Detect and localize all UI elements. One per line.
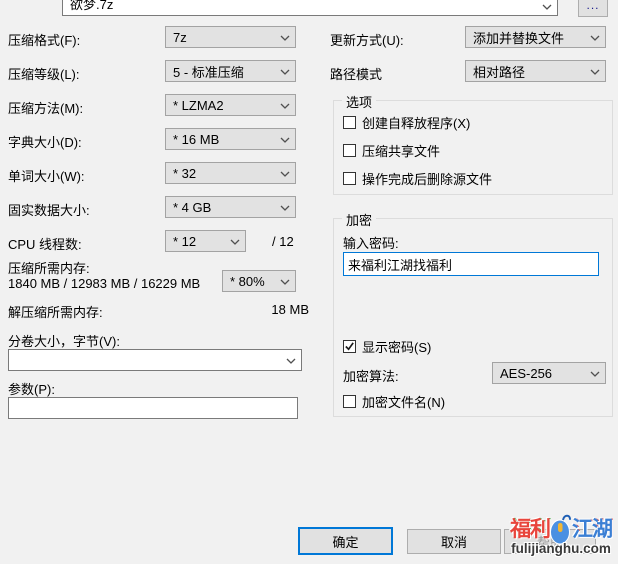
update-mode-label: 更新方式(U): bbox=[330, 30, 404, 49]
method-label: 压缩方法(M): bbox=[8, 98, 83, 117]
dictionary-label: 字典大小(D): bbox=[8, 132, 82, 151]
ok-button-label: 确定 bbox=[332, 532, 358, 551]
checkbox-box[interactable] bbox=[343, 144, 356, 157]
chevron-down-icon bbox=[542, 4, 552, 10]
method-value: * LZMA2 bbox=[173, 98, 224, 113]
encryption-method-label: 加密算法: bbox=[343, 366, 399, 385]
parameters-label: 参数(P): bbox=[8, 379, 55, 398]
options-group-title: 选项 bbox=[342, 92, 376, 111]
memory-decompress-value: 18 MB bbox=[265, 302, 309, 317]
password-input[interactable] bbox=[343, 252, 599, 276]
path-mode-dropdown[interactable]: 相对路径 bbox=[465, 60, 606, 82]
show-password-label: 显示密码(S) bbox=[362, 337, 431, 356]
solid-size-dropdown[interactable]: * 4 GB bbox=[165, 196, 296, 218]
dictionary-dropdown[interactable]: * 16 MB bbox=[165, 128, 296, 150]
solid-size-label: 固实数据大小: bbox=[8, 200, 90, 219]
checkbox-box[interactable] bbox=[343, 116, 356, 129]
dictionary-value: * 16 MB bbox=[173, 132, 219, 147]
archive-name-combobox[interactable]: 欲梦.7z bbox=[62, 0, 558, 16]
encrypt-filenames-label: 加密文件名(N) bbox=[362, 392, 445, 411]
word-size-label: 单词大小(W): bbox=[8, 166, 85, 185]
encryption-method-dropdown[interactable]: AES-256 bbox=[492, 362, 606, 384]
memory-percent-dropdown[interactable]: * 80% bbox=[222, 270, 296, 292]
chevron-down-icon bbox=[280, 205, 290, 211]
volume-size-label: 分卷大小，字节(V): bbox=[8, 331, 120, 350]
checkbox-box[interactable] bbox=[343, 172, 356, 185]
word-size-dropdown[interactable]: * 32 bbox=[165, 162, 296, 184]
create-sfx-checkbox[interactable]: 创建自释放程序(X) bbox=[343, 113, 470, 132]
watermark-domain: fulijianghu.com bbox=[506, 542, 616, 556]
chevron-down-icon bbox=[590, 35, 600, 41]
update-mode-dropdown[interactable]: 添加并替换文件 bbox=[465, 26, 606, 48]
cpu-threads-value: * 12 bbox=[173, 234, 196, 249]
chevron-down-icon bbox=[590, 69, 600, 75]
volume-size-combobox[interactable] bbox=[8, 349, 302, 371]
encryption-group-title: 加密 bbox=[342, 210, 376, 229]
shared-files-label: 压缩共享文件 bbox=[362, 141, 440, 160]
cpu-threads-max: / 12 bbox=[272, 234, 294, 249]
memory-decompress-label: 解压缩所需内存: bbox=[8, 302, 103, 321]
checkbox-box[interactable] bbox=[343, 340, 356, 353]
cancel-button-label: 取消 bbox=[441, 532, 467, 551]
show-password-checkbox[interactable]: 显示密码(S) bbox=[343, 337, 431, 356]
watermark-text-left: 福利 bbox=[510, 519, 550, 540]
chevron-down-icon bbox=[280, 69, 290, 75]
format-value: 7z bbox=[173, 30, 187, 45]
chevron-down-icon bbox=[286, 358, 296, 364]
path-mode-value: 相对路径 bbox=[473, 62, 525, 81]
format-label: 压缩格式(F): bbox=[8, 30, 80, 49]
chevron-down-icon bbox=[280, 35, 290, 41]
level-label: 压缩等级(L): bbox=[8, 64, 80, 83]
password-label: 输入密码: bbox=[343, 233, 399, 252]
chevron-down-icon bbox=[280, 103, 290, 109]
create-sfx-label: 创建自释放程序(X) bbox=[362, 113, 470, 132]
chevron-down-icon bbox=[280, 137, 290, 143]
cpu-threads-dropdown[interactable]: * 12 bbox=[165, 230, 246, 252]
archive-name-value: 欲梦.7z bbox=[70, 0, 113, 13]
cancel-button[interactable]: 取消 bbox=[407, 529, 501, 554]
checkbox-box[interactable] bbox=[343, 395, 356, 408]
cpu-threads-label: CPU 线程数: bbox=[8, 234, 82, 253]
parameters-input[interactable] bbox=[8, 397, 298, 419]
chevron-down-icon bbox=[280, 171, 290, 177]
method-dropdown[interactable]: * LZMA2 bbox=[165, 94, 296, 116]
level-dropdown[interactable]: 5 - 标准压缩 bbox=[165, 60, 296, 82]
delete-after-label: 操作完成后删除源文件 bbox=[362, 169, 492, 188]
browse-button-label: ... bbox=[586, 0, 599, 12]
delete-after-checkbox[interactable]: 操作完成后删除源文件 bbox=[343, 169, 492, 188]
word-size-value: * 32 bbox=[173, 166, 196, 181]
shared-files-checkbox[interactable]: 压缩共享文件 bbox=[343, 141, 440, 160]
chevron-down-icon bbox=[590, 371, 600, 377]
chevron-down-icon bbox=[280, 279, 290, 285]
memory-compress-label: 压缩所需内存: bbox=[8, 258, 90, 277]
watermark-text-right: 江湖 bbox=[572, 519, 612, 540]
level-value: 5 - 标准压缩 bbox=[173, 62, 244, 81]
path-mode-label: 路径模式 bbox=[330, 64, 382, 83]
encrypt-filenames-checkbox[interactable]: 加密文件名(N) bbox=[343, 392, 445, 411]
chevron-down-icon bbox=[230, 239, 240, 245]
solid-size-value: * 4 GB bbox=[173, 200, 211, 215]
format-dropdown[interactable]: 7z bbox=[165, 26, 296, 48]
memory-compress-detail: 1840 MB / 12983 MB / 16229 MB bbox=[8, 276, 200, 291]
browse-button[interactable]: ... bbox=[578, 0, 608, 17]
update-mode-value: 添加并替换文件 bbox=[473, 28, 564, 47]
watermark-logo: 福利 江湖 fulijianghu.com bbox=[506, 513, 616, 556]
encryption-method-value: AES-256 bbox=[500, 366, 552, 381]
memory-percent-value: * 80% bbox=[230, 274, 265, 289]
ok-button[interactable]: 确定 bbox=[298, 527, 393, 555]
